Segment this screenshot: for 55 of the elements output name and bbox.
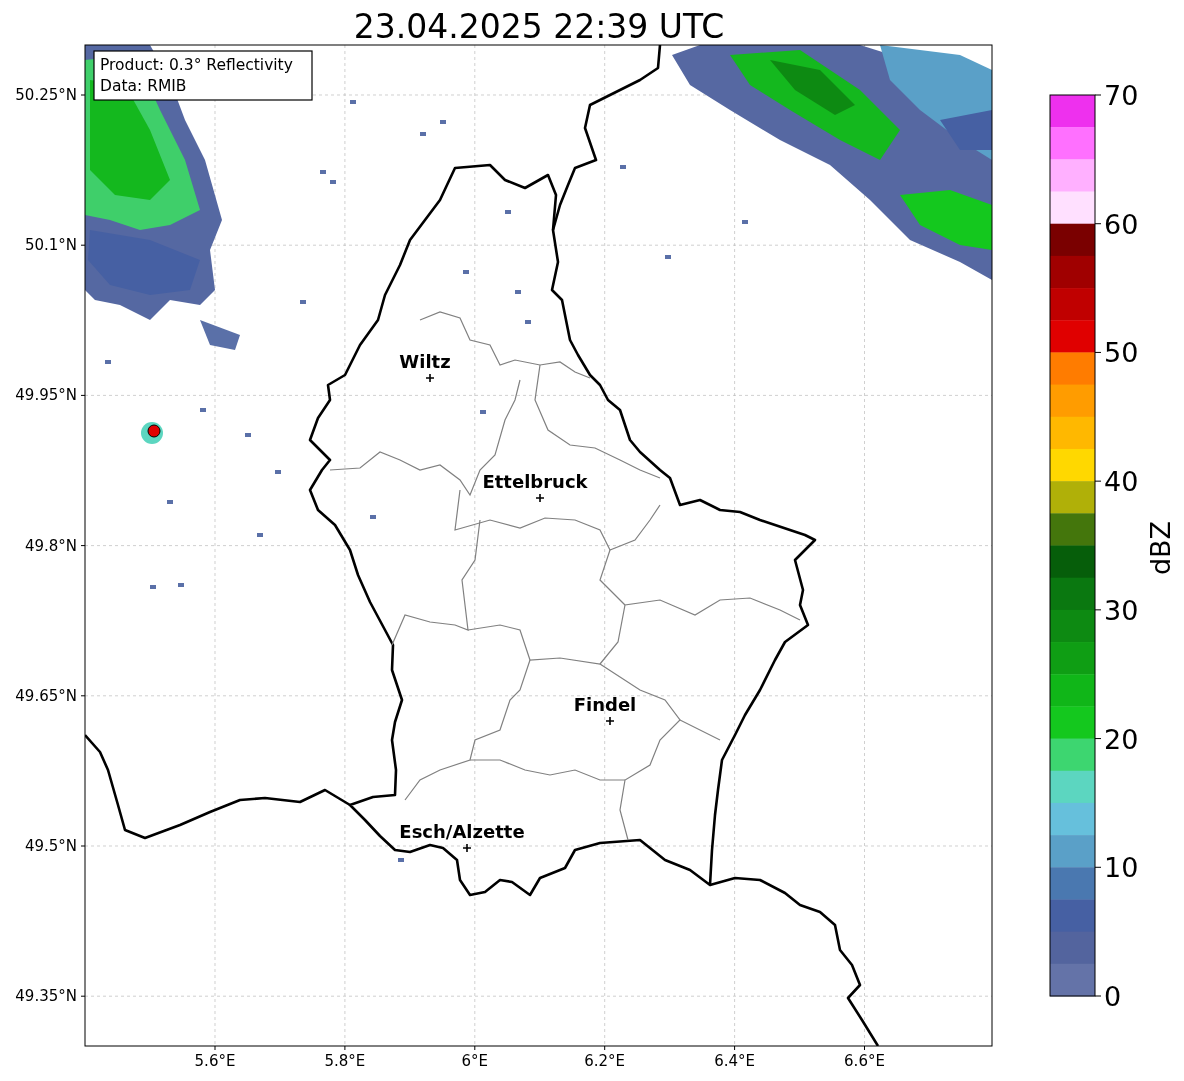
city-label: Findel — [573, 694, 637, 715]
colorbar-tick-label: 70 — [1104, 80, 1139, 111]
tick-mark — [1094, 480, 1102, 482]
info-text: Product: 0.3° Reflectivity — [100, 56, 293, 74]
tick-mark — [864, 1045, 865, 1051]
longitude-label: 6.6°E — [844, 1052, 885, 1070]
tick-mark — [80, 394, 86, 396]
longitude-label: 6.4°E — [714, 1052, 755, 1070]
latitude-label: 49.95°N — [15, 386, 77, 405]
tick-mark — [1094, 609, 1102, 611]
tick-mark — [1094, 738, 1102, 740]
tick-mark — [80, 995, 86, 997]
city-label: Wiltz — [399, 351, 451, 372]
tick-mark — [1094, 995, 1102, 997]
colorbar-tick-label: 0 — [1104, 981, 1122, 1012]
colorbar-tick-label: 20 — [1104, 723, 1139, 755]
colorbar-tick-label: 40 — [1104, 466, 1139, 498]
longitude-label: 6°E — [461, 1052, 489, 1070]
tick-mark — [214, 1045, 216, 1051]
city-marker-icon — [425, 373, 435, 383]
tick-mark — [474, 1045, 476, 1051]
tick-mark — [80, 545, 86, 547]
city-marker-icon — [605, 716, 615, 726]
latitude-label: 49.35°N — [15, 987, 77, 1006]
info-text: Data: RMIB — [100, 77, 187, 95]
longitude-label: 5.6°E — [194, 1052, 236, 1070]
city-label: Esch/Alzette — [399, 821, 525, 842]
colorbar-tick-label: 60 — [1104, 208, 1139, 240]
chart-title: 23.04.2025 22:39 UTC — [353, 7, 725, 46]
city-label: Ettelbruck — [482, 471, 588, 492]
tick-mark — [1094, 866, 1102, 868]
tick-mark — [1094, 94, 1102, 96]
latitude-label: 49.5°N — [24, 837, 77, 855]
radar-site-marker — [141, 422, 163, 444]
colorbar-label: dBZ — [1145, 520, 1176, 576]
latitude-label: 50.1°N — [24, 236, 77, 255]
latitude-label: 49.65°N — [15, 686, 77, 705]
colorbar-tick-label: 30 — [1104, 594, 1139, 626]
tick-mark — [1094, 223, 1102, 225]
tick-mark — [80, 244, 86, 246]
city-marker-icon — [462, 843, 472, 853]
longitude-label: 6.2°E — [584, 1052, 626, 1070]
city-marker-icon — [535, 493, 545, 503]
tick-mark — [344, 1045, 346, 1051]
latitude-label: 50.25°N — [15, 86, 77, 104]
latitude-label: 49.8°N — [24, 536, 77, 555]
longitude-label: 5.8°E — [324, 1052, 366, 1070]
tick-mark — [604, 1045, 606, 1051]
tick-mark — [80, 845, 86, 847]
tick-mark — [80, 94, 86, 96]
colorbar-tick-label: 10 — [1104, 852, 1139, 884]
colorbar-tick-label: 50 — [1104, 337, 1139, 369]
tick-mark — [734, 1045, 736, 1051]
tick-mark — [80, 695, 86, 697]
tick-mark — [1094, 351, 1102, 353]
